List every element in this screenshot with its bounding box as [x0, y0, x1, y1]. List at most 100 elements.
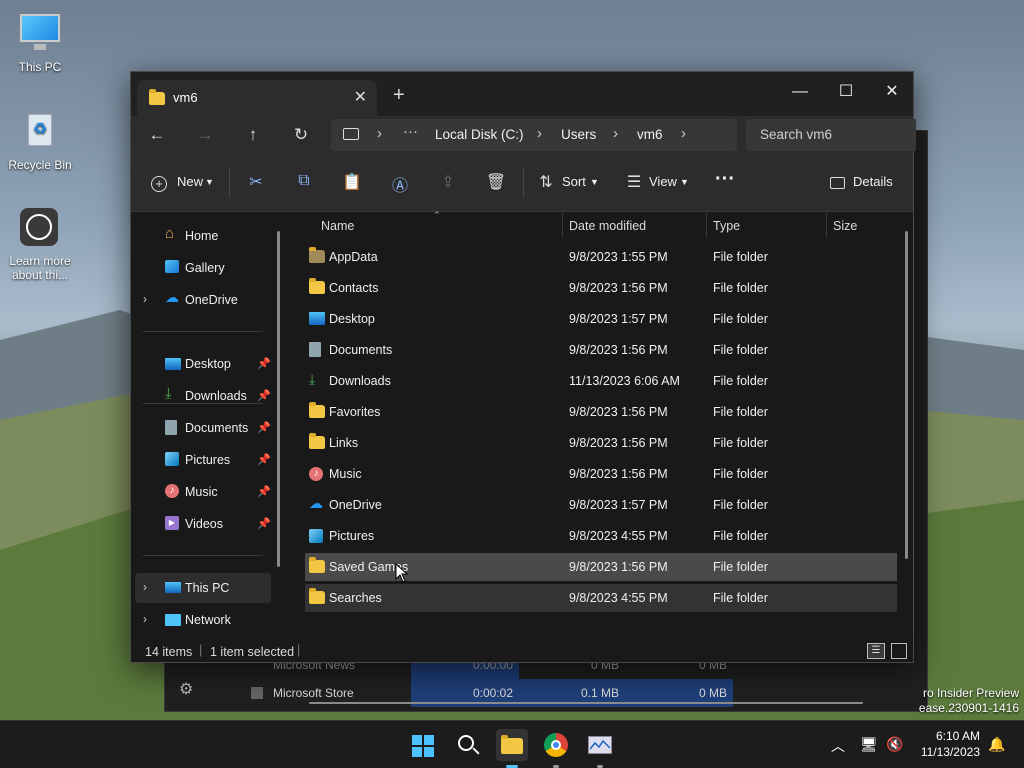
pin-icon[interactable]: 📌	[257, 389, 271, 402]
file-row[interactable]: ⤓ Downloads 11/13/2023 6:06 AM File folder	[305, 367, 897, 395]
chrome-icon[interactable]	[540, 729, 572, 768]
chevron-down-icon: ▼	[590, 177, 599, 187]
speaker-muted-icon[interactable]: 🔇	[886, 736, 903, 753]
pin-icon[interactable]: 📌	[257, 485, 271, 498]
file-row[interactable]: AppData 9/8/2023 1:55 PM File folder	[305, 243, 897, 271]
column-header-name[interactable]: Name	[321, 219, 354, 233]
forward-arrow-icon[interactable]: →	[193, 125, 217, 147]
rename-icon[interactable]: Ⓐ	[389, 172, 411, 195]
breadcrumb-vm6[interactable]: vm6	[637, 127, 663, 142]
pin-icon[interactable]: 📌	[257, 453, 271, 466]
search-input[interactable]: Search vm6	[746, 119, 916, 151]
start-windows-icon[interactable]	[408, 729, 440, 761]
column-header-date[interactable]: Date modified	[569, 219, 646, 233]
desktop-icon	[309, 312, 325, 325]
up-arrow-icon[interactable]: ↑	[241, 125, 265, 147]
file-row[interactable]: Desktop 9/8/2023 1:57 PM File folder	[305, 305, 897, 333]
file-type: File folder	[713, 467, 768, 481]
breadcrumb-local-disk[interactable]: Local Disk (C:)	[435, 127, 524, 142]
details-view-icon[interactable]: ☰	[867, 643, 885, 659]
pc-icon	[343, 128, 359, 140]
settings-gear-icon[interactable]: ⚙	[179, 679, 193, 699]
file-row[interactable]: Saved Games 9/8/2023 1:56 PM File folder	[305, 553, 897, 581]
sidebar-item-videos[interactable]: ▶ Videos 📌	[135, 509, 271, 539]
sidebar-item-network[interactable]: › Network	[135, 605, 271, 635]
chevron-up-icon[interactable]: ︿	[831, 736, 845, 756]
file-explorer-taskbar-icon[interactable]	[496, 729, 528, 768]
file-row[interactable]: Favorites 9/8/2023 1:56 PM File folder	[305, 398, 897, 426]
file-type: File folder	[713, 250, 768, 264]
delete-icon[interactable]: 🗑	[485, 172, 507, 194]
view-button[interactable]: View	[649, 174, 677, 189]
address-bar[interactable]: › ··· Local Disk (C:) › Users › vm6 ›	[331, 119, 737, 151]
sidebar-item-desktop[interactable]: Desktop 📌	[135, 349, 271, 379]
folder-icon	[309, 247, 325, 263]
close-window-button[interactable]: ✕	[869, 78, 915, 106]
tab-vm6[interactable]: vm6 ✕	[137, 80, 377, 116]
refresh-icon[interactable]: ↻	[289, 125, 313, 147]
chevron-right-icon[interactable]: ›	[143, 580, 147, 594]
breadcrumb-users[interactable]: Users	[561, 127, 596, 142]
sidebar-item-pictures[interactable]: Pictures 📌	[135, 445, 271, 475]
file-row[interactable]: Searches 9/8/2023 4:55 PM File folder	[305, 584, 897, 612]
more-breadcrumbs-icon[interactable]: ···	[403, 123, 418, 140]
navigation-pane: ⌂ Home Gallery › ☁ OneDrive Desktop 📌 ⤓ …	[131, 213, 288, 633]
cut-icon[interactable]: ✂	[245, 172, 267, 194]
document-icon	[309, 342, 321, 357]
sidebar-item-onedrive[interactable]: › ☁ OneDrive	[135, 285, 271, 315]
sidebar-item-home[interactable]: ⌂ Home	[135, 221, 271, 251]
task-manager-icon[interactable]	[584, 729, 616, 768]
desktop-icon-this-pc[interactable]: This PC	[0, 12, 80, 74]
file-row[interactable]: Pictures 9/8/2023 4:55 PM File folder	[305, 522, 897, 550]
file-date: 9/8/2023 1:57 PM	[569, 312, 668, 326]
desktop-icon-learn-more[interactable]: Learn more about thi...	[0, 206, 80, 282]
mouse-cursor	[395, 563, 409, 583]
column-header-type[interactable]: Type	[713, 219, 740, 233]
sidebar-item-downloads[interactable]: ⤓ Downloads 📌	[135, 381, 271, 411]
chevron-right-icon: ›	[377, 125, 382, 142]
desktop-icon-recycle-bin[interactable]: ♻ Recycle Bin	[0, 110, 80, 172]
sort-icon: ⇅	[539, 174, 553, 191]
network-tray-icon[interactable]: 🖥	[860, 736, 878, 753]
pin-icon[interactable]: 📌	[257, 421, 271, 434]
new-tab-button[interactable]: +	[393, 84, 405, 107]
maximize-button[interactable]: ☐	[823, 78, 869, 106]
pin-icon[interactable]: 📌	[257, 517, 271, 530]
tiles-view-icon[interactable]	[891, 643, 907, 659]
notification-bell-icon[interactable]: 🔔	[988, 736, 1005, 753]
file-row[interactable]: Documents 9/8/2023 1:56 PM File folder	[305, 336, 897, 364]
file-row[interactable]: ☁ OneDrive 9/8/2023 1:57 PM File folder	[305, 491, 897, 519]
copy-icon[interactable]: ⧉	[293, 172, 315, 194]
nav-scrollbar[interactable]	[277, 231, 280, 567]
desktop-icon-label: Learn more about thi...	[9, 254, 71, 282]
details-button[interactable]: Details	[853, 174, 893, 189]
sidebar-item-this-pc[interactable]: › This PC	[135, 573, 271, 603]
new-button[interactable]: New	[177, 174, 203, 189]
file-name: Contacts	[329, 281, 379, 295]
horizontal-scrollbar[interactable]	[309, 702, 863, 704]
music-icon: ♪	[309, 467, 323, 481]
chevron-right-icon[interactable]: ›	[143, 612, 147, 626]
folder-icon	[309, 278, 325, 294]
sort-button[interactable]: Sort	[562, 174, 586, 189]
paste-icon[interactable]: 📋	[341, 172, 363, 194]
share-icon[interactable]: ⇪	[437, 172, 459, 194]
chevron-right-icon[interactable]: ›	[143, 292, 147, 306]
content-scrollbar[interactable]	[905, 231, 908, 559]
file-row[interactable]: Links 9/8/2023 1:56 PM File folder	[305, 429, 897, 457]
sidebar-item-documents[interactable]: Documents 📌	[135, 413, 271, 443]
column-header-size[interactable]: Size	[833, 219, 857, 233]
sidebar-item-gallery[interactable]: Gallery	[135, 253, 271, 283]
minimize-button[interactable]: —	[777, 78, 823, 106]
sidebar-item-music[interactable]: ♪ Music 📌	[135, 477, 271, 507]
back-arrow-icon[interactable]: ←	[145, 125, 169, 147]
more-options-icon[interactable]: ···	[715, 168, 735, 191]
search-icon[interactable]	[452, 729, 484, 761]
file-row[interactable]: Contacts 9/8/2023 1:56 PM File folder	[305, 274, 897, 302]
clock[interactable]: 6:10 AM 11/13/2023	[921, 728, 980, 760]
network-icon	[165, 614, 181, 626]
tab-title: vm6	[173, 90, 198, 105]
close-tab-icon[interactable]: ✕	[354, 87, 367, 107]
file-row[interactable]: ♪ Music 9/8/2023 1:56 PM File folder	[305, 460, 897, 488]
pin-icon[interactable]: 📌	[257, 357, 271, 370]
